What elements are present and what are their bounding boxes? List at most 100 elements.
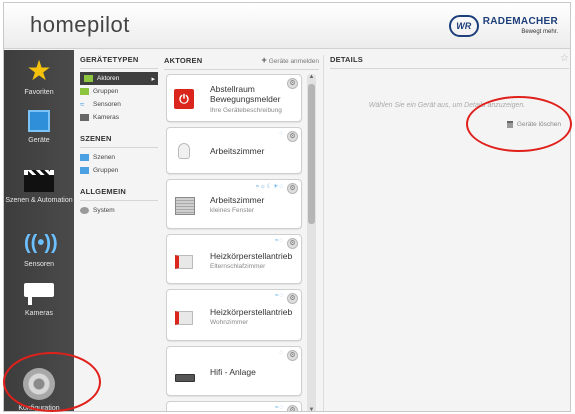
- device-card[interactable]: ≈◌ ⚙ Heizkörperstellantrieb Elternschlaf…: [166, 234, 302, 284]
- camera-icon: [24, 283, 54, 305]
- scene-icon: [80, 154, 89, 161]
- sidebar-item-label: Szenen & Automation: [5, 197, 73, 204]
- scenes-heading: SZENEN: [80, 134, 158, 148]
- sidebar-item-label: Konfiguration: [18, 405, 60, 412]
- sidebar-item-label: Favoriten: [24, 89, 54, 96]
- hifi-icon: [175, 374, 195, 382]
- actors-heading: AKTOREN: [164, 55, 203, 65]
- status-icons: ≈◌: [275, 293, 284, 299]
- device-name: Heizkörperstellantrieb: [210, 307, 293, 317]
- device-settings-icon[interactable]: ⚙: [287, 238, 298, 249]
- type-item-kameras[interactable]: Kameras: [80, 111, 158, 124]
- scene-group-icon: [80, 167, 89, 174]
- system-gear-icon: [80, 207, 89, 214]
- type-item-label: Sensoren: [93, 101, 121, 108]
- general-item-system[interactable]: System: [80, 204, 158, 217]
- actors-column: AKTOREN + Geräte anmelden ⚙ ⏻ Abstellraum…: [164, 55, 320, 411]
- brand-name: RADEMACHER: [482, 16, 558, 27]
- device-card[interactable]: ≈☼☾☀◌ ⚙ Arbeitszimmer kleines Fenster: [166, 179, 302, 229]
- device-description: kleines Fenster: [210, 207, 255, 214]
- device-name: Arbeitszimmer: [210, 195, 265, 205]
- trash-icon: [506, 121, 513, 128]
- scene-item-label: Gruppen: [93, 167, 119, 174]
- device-card[interactable]: ⚙ ⏻ Abstellraum Bewegungsmelder Ihre Ger…: [166, 74, 302, 122]
- status-icons: ≈◌: [275, 238, 284, 244]
- device-name: Arbeitszimmer: [210, 146, 265, 156]
- devices-grid-icon: [28, 110, 50, 132]
- plus-icon: +: [261, 55, 267, 65]
- status-icons: ◌: [279, 350, 284, 356]
- scroll-down-icon[interactable]: ▼: [307, 407, 316, 411]
- delete-devices-label: Geräte löschen: [516, 121, 561, 128]
- app-title: homepilot: [30, 12, 130, 37]
- app-window: homepilot WR RADEMACHER Bewegt mehr. ★ F…: [3, 2, 571, 412]
- bulb-icon: [178, 143, 190, 159]
- delete-devices-link[interactable]: Geräte löschen: [506, 121, 561, 128]
- device-settings-icon[interactable]: ⚙: [287, 350, 298, 361]
- header: homepilot WR RADEMACHER Bewegt mehr.: [4, 3, 570, 49]
- device-settings-icon[interactable]: ⚙: [287, 405, 298, 411]
- favorite-star-icon[interactable]: ☆: [560, 54, 569, 64]
- device-settings-icon[interactable]: ⚙: [287, 183, 298, 194]
- actor-list: ⚙ ⏻ Abstellraum Bewegungsmelder Ihre Ger…: [166, 74, 304, 411]
- sensor-icon: ((•)): [24, 232, 58, 254]
- type-item-label: Aktoren: [97, 75, 120, 82]
- sidebar-item-szenen-automation[interactable]: Szenen & Automation: [4, 170, 74, 205]
- type-item-label: Gruppen: [93, 88, 119, 95]
- brand-slogan: Bewegt mehr.: [521, 29, 558, 35]
- device-name: Heizkörperstellantrieb: [210, 251, 293, 261]
- device-card[interactable]: ≈◌ ⚙: [166, 401, 302, 411]
- device-settings-icon[interactable]: ⚙: [287, 131, 298, 142]
- register-devices-label: Geräte anmelden: [268, 58, 319, 65]
- device-description: Ihre Gerätebeschreibung: [210, 107, 282, 114]
- type-item-label: Kameras: [93, 114, 120, 121]
- sidebar: ★ Favoriten Geräte Szenen & Automation (…: [4, 50, 74, 412]
- device-description: Wohnzimmer: [210, 319, 249, 326]
- device-name: Hifi - Anlage: [210, 367, 256, 377]
- device-types-heading: GERÄTETYPEN: [80, 55, 158, 69]
- status-icons: ◌: [279, 131, 284, 137]
- sidebar-item-label: Geräte: [28, 137, 50, 144]
- register-devices-link[interactable]: + Geräte anmelden: [262, 55, 320, 65]
- device-card[interactable]: ◌ ⚙ Hifi - Anlage: [166, 346, 302, 396]
- device-card[interactable]: ≈◌ ⚙ Heizkörperstellantrieb Wohnzimmer: [166, 289, 302, 341]
- sidebar-item-geraete[interactable]: Geräte: [4, 110, 74, 145]
- type-item-sensoren[interactable]: ≈ Sensoren: [80, 98, 158, 111]
- scene-item-gruppen[interactable]: Gruppen: [80, 164, 158, 177]
- scene-item-szenen[interactable]: Szenen: [80, 151, 158, 164]
- sidebar-item-favoriten[interactable]: ★ Favoriten: [4, 55, 74, 97]
- scrollbar-thumb[interactable]: [308, 84, 315, 224]
- device-settings-icon[interactable]: ⚙: [287, 293, 298, 304]
- details-column: DETAILS ☆ Wählen Sie ein Gerät aus, um D…: [323, 54, 569, 411]
- status-icons: ≈☼☾☀◌: [255, 184, 284, 190]
- device-description: Elternschlafzimmer: [210, 263, 266, 270]
- details-placeholder: Wählen Sie ein Gerät aus, um Details anz…: [368, 102, 526, 109]
- actor-list-scrollbar[interactable]: ▲ ▼: [307, 74, 316, 411]
- general-heading: ALLGEMEIN: [80, 187, 158, 201]
- camera-small-icon: [80, 114, 89, 121]
- shutter-icon: [175, 197, 195, 215]
- type-item-aktoren[interactable]: Aktoren: [80, 72, 158, 85]
- device-types-column: GERÄTETYPEN Aktoren Gruppen ≈ Sensoren K…: [80, 55, 158, 217]
- power-icon: ⏻: [174, 89, 194, 109]
- type-item-gruppen[interactable]: Gruppen: [80, 85, 158, 98]
- clapperboard-icon: [24, 170, 54, 192]
- sidebar-item-konfiguration[interactable]: Konfiguration: [4, 368, 74, 412]
- device-card[interactable]: ◌ ⚙ Arbeitszimmer: [166, 127, 302, 174]
- general-item-label: System: [93, 207, 115, 214]
- scene-item-label: Szenen: [93, 154, 116, 161]
- details-heading: DETAILS: [330, 55, 363, 64]
- group-icon: [80, 88, 89, 95]
- star-icon: ★: [26, 55, 52, 86]
- sidebar-item-label: Sensoren: [24, 261, 54, 268]
- gear-icon: [23, 368, 55, 400]
- scroll-up-icon[interactable]: ▲: [307, 74, 316, 80]
- sidebar-item-kameras[interactable]: Kameras: [4, 283, 74, 318]
- sidebar-item-sensoren[interactable]: ((•)) Sensoren: [4, 230, 74, 269]
- heater-icon: [175, 311, 193, 325]
- sidebar-item-label: Kameras: [24, 310, 53, 317]
- device-name: Abstellraum Bewegungsmelder: [210, 84, 281, 104]
- actor-icon: [84, 75, 93, 82]
- status-icons: ≈◌: [275, 405, 284, 411]
- wifi-sensor-icon: ≈: [80, 100, 85, 109]
